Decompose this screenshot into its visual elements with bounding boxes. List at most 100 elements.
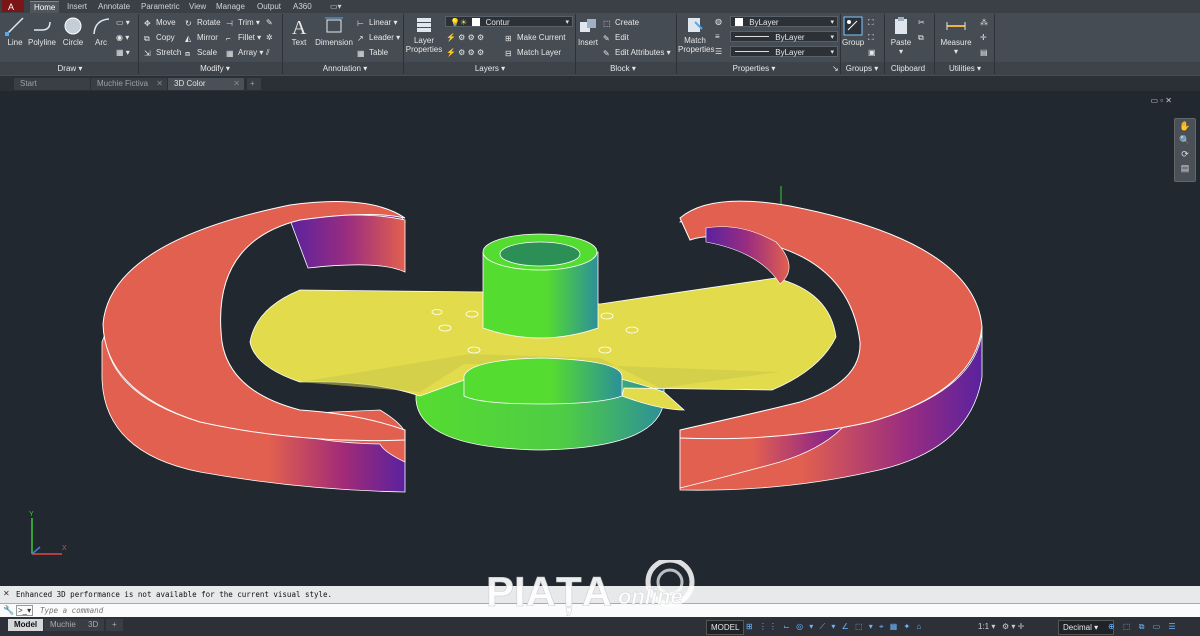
- copy-icon: ⧉: [144, 34, 150, 43]
- tab-output[interactable]: Output: [253, 1, 285, 12]
- circle-button[interactable]: Circle: [60, 16, 86, 47]
- insert-block-button[interactable]: Insert: [576, 16, 600, 47]
- doc-tab-muchie-fictiva[interactable]: Muchie Fictiva ✕: [91, 78, 167, 90]
- layer-tools-row1-icons[interactable]: ⚡ ⚙ ⚙ ⚙: [446, 32, 484, 43]
- close-icon[interactable]: ✕: [156, 78, 163, 90]
- layer-properties-button[interactable]: Layer Properties: [405, 16, 443, 54]
- array-button[interactable]: ▦ Array ▾: [226, 47, 263, 58]
- edit-block-button[interactable]: ✎ Edit: [603, 32, 629, 43]
- command-prompt-icon[interactable]: >_▾: [16, 605, 34, 616]
- erase-icon[interactable]: ✎: [266, 17, 273, 28]
- tab-a360[interactable]: A360: [289, 1, 316, 12]
- stretch-button[interactable]: ⇲ Stretch: [144, 47, 181, 58]
- navigation-bar[interactable]: ✋ 🔍 ⟳ ▤: [1174, 118, 1196, 182]
- workspace-gear-icon[interactable]: ⚙ ▾ ✛: [1002, 620, 1024, 633]
- layout-tab-3d[interactable]: 3D: [82, 619, 105, 631]
- nav-tools-icons[interactable]: ✋ 🔍 ⟳ ▤: [1175, 119, 1195, 175]
- group-selection-icon[interactable]: ▣: [868, 47, 876, 58]
- id-point-icon[interactable]: ✛: [980, 32, 987, 43]
- hatch-tool-icon[interactable]: ◉ ▾: [116, 32, 129, 43]
- viewport-window-controls[interactable]: ▭ ▫ ✕: [1150, 96, 1172, 105]
- edit-attributes-icon: ✎: [603, 49, 610, 58]
- add-layout-plus-icon[interactable]: +: [106, 619, 123, 631]
- dimension-button[interactable]: Dimension: [314, 16, 354, 47]
- doc-tab-start[interactable]: Start: [14, 78, 90, 90]
- tab-home[interactable]: Home: [30, 1, 60, 13]
- annotation-scale[interactable]: 1:1 ▾: [978, 620, 995, 633]
- polyline-button[interactable]: Polyline: [27, 16, 57, 47]
- annotation-panel-title[interactable]: Annotation ▾: [310, 63, 380, 75]
- separator: [884, 14, 885, 74]
- mirror-button[interactable]: ◭ Mirror: [185, 32, 218, 43]
- calculator-icon[interactable]: ▤: [980, 47, 988, 58]
- edit-attributes-button[interactable]: ✎ Edit Attributes ▾: [603, 47, 671, 58]
- leader-button[interactable]: ↗ Leader ▾: [357, 32, 400, 43]
- match-layer-button[interactable]: ⊟ Match Layer: [505, 47, 561, 58]
- line-button[interactable]: Line: [4, 16, 26, 47]
- copy-clip-icon[interactable]: ⧉: [918, 32, 924, 43]
- rectangle-tool-icon[interactable]: ▭ ▾: [116, 17, 130, 28]
- drafting-toggles-icons[interactable]: ⊞ ⋮⋮ ⌙ ◎ ▾ ⟋ ▾ ∠ ⬚ ▾ ⌖ ▦ ✦ ⌂: [746, 620, 923, 633]
- layer-dropdown[interactable]: 💡☀ Contur ▾: [445, 16, 573, 27]
- layer-tools-row2-icons[interactable]: ⚡ ⚙ ⚙ ⚙: [446, 47, 484, 58]
- measure-button[interactable]: Measure ▾: [938, 16, 974, 56]
- tab-manage[interactable]: Manage: [212, 1, 249, 12]
- arc-icon: [93, 18, 110, 35]
- color-dropdown[interactable]: ByLayer ▾: [730, 16, 838, 27]
- region-tool-icon[interactable]: ▦ ▾: [116, 47, 130, 58]
- paste-button[interactable]: Paste ▾: [888, 16, 914, 56]
- properties-dialog-launcher-icon[interactable]: ↘: [832, 63, 839, 74]
- wrench-icon[interactable]: 🔧: [3, 605, 14, 616]
- match-properties-button[interactable]: Match Properties: [678, 16, 714, 54]
- command-history-close-icon[interactable]: ✕: [3, 589, 10, 598]
- layout-tab-muchie[interactable]: Muchie: [44, 619, 82, 631]
- chevron-down-icon: ▾: [565, 19, 569, 26]
- tab-parametric[interactable]: Parametric: [137, 1, 184, 12]
- cut-icon[interactable]: ✂: [918, 17, 925, 28]
- scale-button[interactable]: ⧈ Scale: [185, 47, 217, 58]
- draw-panel-title[interactable]: Draw ▾: [40, 63, 100, 75]
- group-edit-icon[interactable]: ⛶: [868, 32, 874, 43]
- svg-text:A: A: [8, 2, 14, 12]
- new-tab-plus-icon[interactable]: +: [247, 78, 261, 90]
- create-block-button[interactable]: ⬚ Create: [603, 17, 639, 28]
- arc-button[interactable]: Arc: [90, 16, 112, 47]
- properties-panel-title[interactable]: Properties ▾: [724, 63, 784, 75]
- doc-tab-3d-color[interactable]: 3D Color ✕: [168, 78, 244, 90]
- linetype-dropdown[interactable]: ByLayer ▾: [730, 31, 838, 42]
- modify-panel-title[interactable]: Modify ▾: [180, 63, 250, 75]
- group-button[interactable]: Group: [842, 16, 864, 47]
- tab-view[interactable]: View: [185, 1, 210, 12]
- utilities-panel-title[interactable]: Utilities ▾: [940, 63, 990, 75]
- ungroup-icon[interactable]: ⛶: [868, 17, 874, 28]
- rotate-button[interactable]: ↻ Rotate: [185, 17, 221, 28]
- move-button[interactable]: ✥ Move: [144, 17, 176, 28]
- close-icon[interactable]: ✕: [233, 78, 240, 90]
- drawing-viewport[interactable]: Y X ▭ ▫ ✕ ✋ 🔍 ⟳ ▤: [0, 92, 1200, 582]
- copy-button[interactable]: ⧉ Copy: [144, 32, 175, 43]
- layout-tab-model[interactable]: Model: [8, 619, 44, 631]
- make-current-button[interactable]: ⊞ Make Current: [505, 32, 565, 43]
- lineweight-dropdown[interactable]: ByLayer ▾: [730, 46, 838, 57]
- trim-button[interactable]: ⊣ Trim ▾: [226, 17, 260, 28]
- tab-annotate[interactable]: Annotate: [94, 1, 134, 12]
- application-menu-button[interactable]: A: [2, 0, 24, 12]
- explode-icon[interactable]: ✲: [266, 32, 273, 43]
- layer-properties-icon: [417, 18, 431, 32]
- quick-select-icon[interactable]: ⁂: [980, 17, 988, 28]
- layers-panel-title[interactable]: Layers ▾: [460, 63, 520, 75]
- ribbon-minimize-icon[interactable]: ▭▾: [326, 1, 346, 12]
- units-dropdown[interactable]: Decimal ▾: [1058, 620, 1114, 635]
- fillet-button[interactable]: ⌐ Fillet ▾: [226, 32, 261, 43]
- linear-button[interactable]: ⊢ Linear ▾: [357, 17, 398, 28]
- groups-panel-title[interactable]: Groups ▾: [842, 63, 882, 75]
- status-tray-icons[interactable]: ⊕ ⬚ ⧉ ▭ ☰: [1108, 620, 1179, 633]
- offset-icon[interactable]: ⫽: [266, 47, 270, 58]
- table-button[interactable]: ▦ Table: [357, 47, 388, 58]
- tab-insert[interactable]: Insert: [63, 1, 91, 12]
- 3d-model-canvas[interactable]: Y X: [0, 92, 1200, 582]
- block-panel-title[interactable]: Block ▾: [598, 63, 648, 75]
- text-button[interactable]: A Text: [288, 16, 310, 47]
- line-icon: [5, 17, 24, 36]
- clipboard-panel-title[interactable]: Clipboard: [888, 63, 928, 75]
